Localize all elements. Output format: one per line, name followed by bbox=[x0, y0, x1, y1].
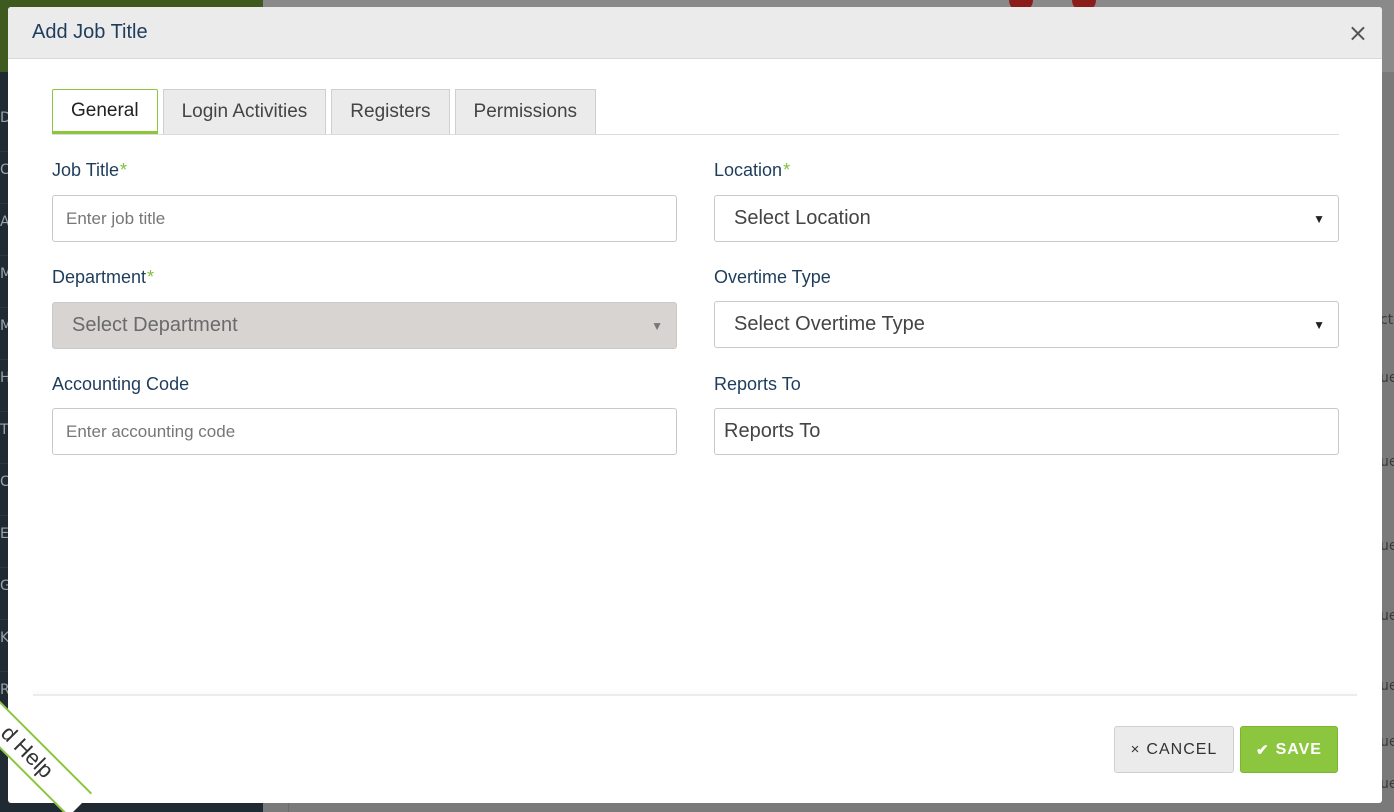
modal-header: Add Job Title × bbox=[8, 7, 1382, 59]
location-label: Location* bbox=[714, 160, 790, 181]
cancel-button[interactable]: × CANCEL bbox=[1114, 726, 1234, 773]
cancel-button-label: CANCEL bbox=[1146, 740, 1218, 758]
job-title-input[interactable] bbox=[52, 195, 677, 242]
bg-table-cell: ue bbox=[1380, 608, 1394, 624]
reports-to-value: Reports To bbox=[724, 420, 821, 442]
close-icon: × bbox=[1130, 741, 1141, 758]
tab-bar: General Login Activities Registers Permi… bbox=[52, 89, 1339, 135]
bg-table-cell: ue bbox=[1380, 454, 1394, 470]
department-label: Department* bbox=[52, 267, 154, 288]
save-button-label: SAVE bbox=[1275, 740, 1322, 758]
modal-title: Add Job Title bbox=[32, 21, 148, 43]
location-label-text: Location bbox=[714, 160, 783, 180]
overtime-type-label: Overtime Type bbox=[714, 267, 831, 287]
bg-table-cell: ct bbox=[1380, 312, 1394, 328]
close-icon[interactable]: × bbox=[1348, 21, 1368, 45]
accounting-code-input[interactable] bbox=[52, 408, 677, 455]
accounting-code-label: Accounting Code bbox=[52, 374, 190, 394]
save-button[interactable]: ✔ SAVE bbox=[1240, 726, 1338, 773]
reports-to-label: Reports To bbox=[714, 374, 801, 394]
bg-table-cell: ue bbox=[1380, 370, 1394, 386]
location-select-value: Select Location bbox=[734, 207, 871, 229]
check-icon: ✔ bbox=[1256, 741, 1270, 759]
required-marker: * bbox=[120, 160, 128, 180]
department-select-value: Select Department bbox=[72, 314, 238, 336]
overtime-type-select[interactable]: Select Overtime Type ▼ bbox=[714, 301, 1339, 348]
bg-table-cell: ue bbox=[1380, 776, 1394, 792]
caret-down-icon: ▼ bbox=[1313, 211, 1325, 226]
tab-general[interactable]: General bbox=[52, 89, 158, 134]
tab-login-activities[interactable]: Login Activities bbox=[162, 89, 327, 134]
caret-down-icon: ▼ bbox=[1313, 317, 1325, 332]
required-marker: * bbox=[147, 267, 155, 287]
department-select: Select Department ▼ bbox=[52, 302, 677, 349]
add-job-title-modal: Add Job Title × General Login Activities… bbox=[8, 7, 1382, 803]
bg-table-cell: ue bbox=[1380, 678, 1394, 694]
caret-down-icon: ▼ bbox=[651, 318, 663, 333]
job-title-label: Job Title* bbox=[52, 160, 127, 181]
bg-table-cell: ue bbox=[1380, 734, 1394, 750]
job-title-label-text: Job Title bbox=[52, 160, 120, 180]
location-select[interactable]: Select Location ▼ bbox=[714, 195, 1339, 242]
required-marker: * bbox=[783, 160, 791, 180]
bg-table-cell: ue bbox=[1380, 538, 1394, 554]
reports-to-field[interactable]: Reports To bbox=[714, 408, 1339, 455]
department-label-text: Department bbox=[52, 267, 147, 287]
tab-registers[interactable]: Registers bbox=[331, 89, 450, 134]
tab-permissions[interactable]: Permissions bbox=[454, 89, 597, 134]
footer-divider bbox=[33, 694, 1357, 696]
overtime-type-select-value: Select Overtime Type bbox=[734, 313, 925, 335]
